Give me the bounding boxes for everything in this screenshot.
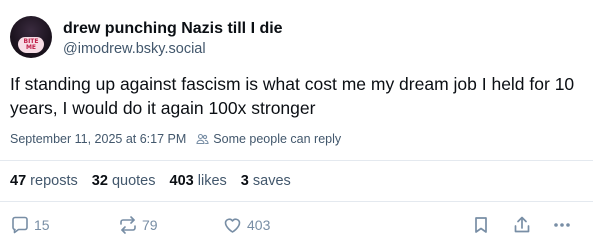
avatar-shirt-text: BITE ME	[23, 38, 39, 51]
quotes-count: 32	[91, 173, 108, 189]
likes-count: 403	[169, 173, 194, 189]
more-icon	[552, 215, 572, 235]
reply-icon	[10, 215, 30, 235]
bookmark-icon	[471, 215, 491, 235]
likes-stat[interactable]: 403 likes	[170, 173, 227, 189]
author-handle[interactable]: @imodrew.bsky.social	[63, 41, 206, 57]
post-meta: September 11, 2025 at 6:17 PM Some peopl…	[10, 132, 341, 146]
like-count: 403	[247, 217, 271, 233]
post-text: If standing up against fascism is what c…	[10, 74, 575, 118]
quotes-stat[interactable]: 32 quotes	[92, 173, 156, 189]
avatar[interactable]: BITE ME	[10, 16, 52, 58]
saves-count: 3	[240, 173, 249, 189]
like-button[interactable]: 403	[222, 212, 270, 238]
divider	[0, 201, 593, 202]
repost-icon	[118, 215, 138, 235]
author-display-name[interactable]: drew punching Nazis till I die	[63, 20, 283, 38]
more-options-button[interactable]	[552, 212, 572, 238]
reposts-stat[interactable]: 47 reposts	[10, 173, 78, 189]
repost-button[interactable]: 79	[118, 212, 158, 238]
share-button[interactable]	[512, 212, 532, 238]
reposts-count: 47	[10, 173, 27, 189]
saves-label: saves	[252, 173, 291, 189]
reposts-label: reposts	[30, 173, 78, 189]
reply-button[interactable]: 15	[10, 212, 50, 238]
reply-setting-label[interactable]: Some people can reply	[213, 132, 341, 146]
people-icon	[196, 133, 209, 145]
post-timestamp[interactable]: September 11, 2025 at 6:17 PM	[10, 132, 186, 146]
divider	[0, 160, 593, 161]
reply-count: 15	[34, 217, 50, 233]
quotes-label: quotes	[111, 173, 156, 189]
avatar-heart-shirt: BITE ME	[18, 37, 44, 53]
repost-count: 79	[142, 217, 158, 233]
post-stats: 47 reposts 32 quotes 403 likes 3 saves	[10, 173, 301, 189]
bookmark-button[interactable]	[471, 212, 491, 238]
likes-label: likes	[197, 173, 227, 189]
action-bar: 15 79 403	[0, 212, 593, 238]
post-card: BITE ME drew punching Nazis till I die @…	[0, 0, 593, 248]
share-icon	[512, 215, 532, 235]
saves-stat[interactable]: 3 saves	[241, 173, 291, 189]
like-icon	[222, 215, 243, 235]
